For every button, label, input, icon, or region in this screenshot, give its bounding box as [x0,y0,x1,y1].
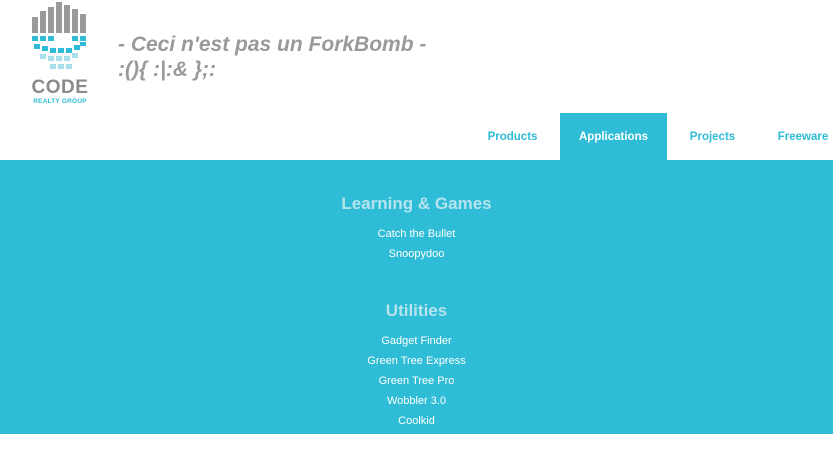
app-link-green-tree-express[interactable]: Green Tree Express [367,355,465,367]
section-title-utilities: Utilities [385,301,448,320]
app-link-green-tree-pro[interactable]: Green Tree Pro [379,375,455,387]
list-item: Green Tree Express [0,351,833,371]
list-item: Wobbler 3.0 [0,391,833,411]
nav-item-applications[interactable]: Applications [560,113,667,160]
learning-games-list: Catch the Bullet Snoopydoo [0,224,833,264]
list-item: Green Tree Pro [0,371,833,391]
app-link-coolkid[interactable]: Coolkid [398,415,435,427]
nav-item-products[interactable]: Products [465,113,560,160]
app-link-snoopydoo[interactable]: Snoopydoo [389,248,445,260]
app-link-catch-the-bullet[interactable]: Catch the Bullet [378,228,456,240]
nav-item-freeware[interactable]: Freeware [758,113,833,160]
list-item: Catch the Bullet [0,224,833,244]
list-item: Snoopydoo [0,244,833,264]
logo-wordmark: CODE [31,77,89,98]
applications-panel: Learning & Games Catch the Bullet Snoopy… [0,160,833,434]
site-tagline: - Ceci n'est pas un ForkBomb - :(){ :|:&… [118,32,426,82]
logo-subtitle: REALTY GROUP [33,98,87,105]
list-item: Gadget Finder [0,331,833,351]
company-logo[interactable]: CODE REALTY GROUP [26,2,94,106]
tagline-line-1: - Ceci n'est pas un ForkBomb - [118,33,427,56]
tagline-line-2: :(){ :|:& };: [118,58,217,81]
utilities-list: Gadget Finder Green Tree Express Green T… [0,331,833,431]
app-link-gadget-finder[interactable]: Gadget Finder [381,335,451,347]
section-title-learning-games: Learning & Games [341,194,492,213]
app-link-wobbler[interactable]: Wobbler 3.0 [387,395,446,407]
building-logo-icon [32,2,86,69]
list-item: Coolkid [0,411,833,431]
main-nav: Products Applications Projects Freeware [465,113,833,160]
site-header: CODE REALTY GROUP - Ceci n'est pas un Fo… [0,0,833,113]
nav-item-projects[interactable]: Projects [667,113,758,160]
